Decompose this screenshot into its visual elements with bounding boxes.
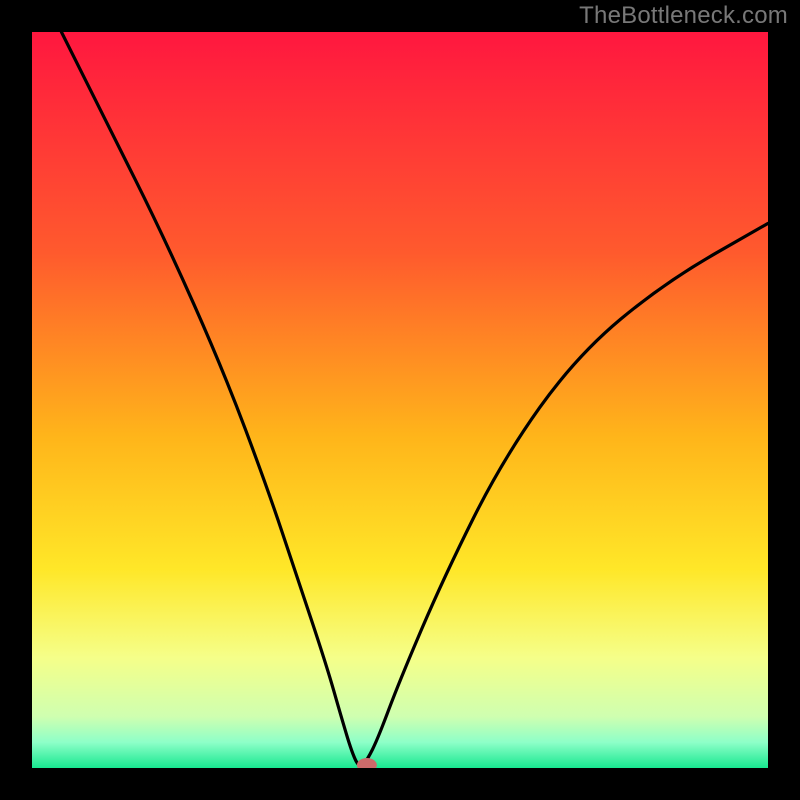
watermark-text: TheBottleneck.com (579, 2, 788, 30)
bottleneck-curve-chart (32, 32, 768, 768)
plot-area (32, 32, 768, 768)
chart-frame (0, 0, 800, 800)
gradient-background (32, 32, 768, 768)
